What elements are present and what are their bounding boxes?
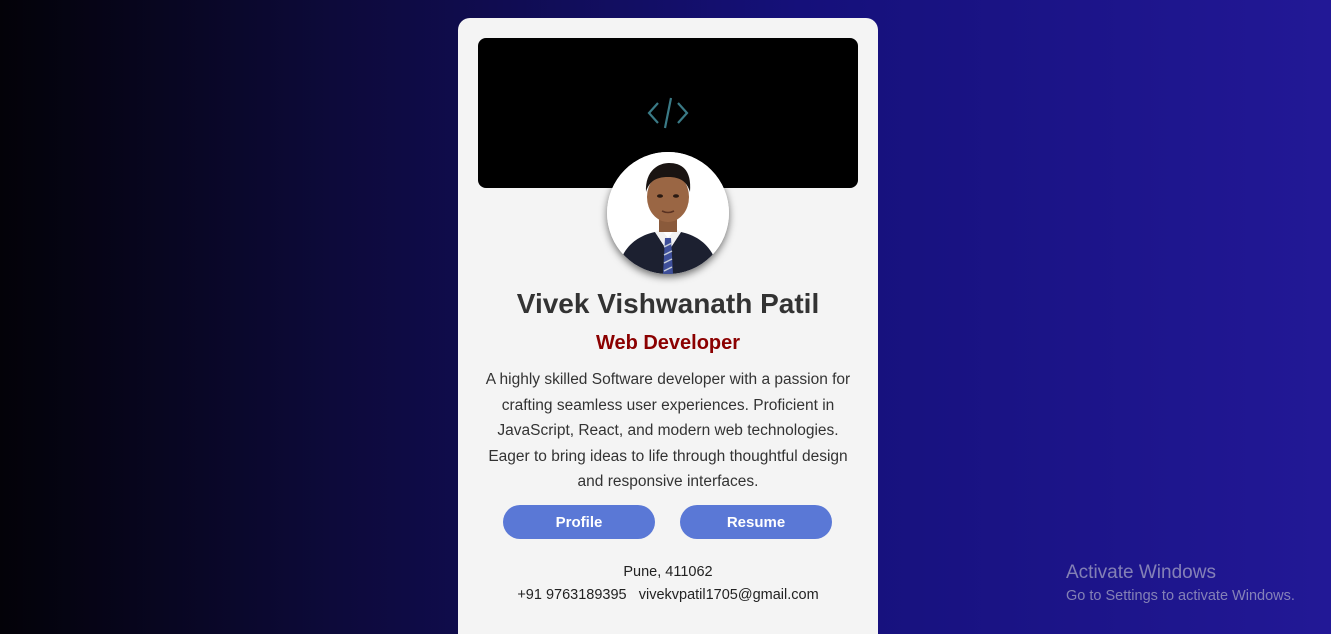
profile-name: Vivek Vishwanath Patil — [516, 288, 820, 319]
contact-line: +91 9763189395 vivekvpatil1705@gmail.com — [458, 587, 878, 603]
avatar — [607, 152, 729, 274]
location-text: Pune, 411062 — [623, 564, 713, 580]
profile-bio: A highly skilled Software developer with… — [485, 371, 851, 490]
phone-text: +91 9763189395 — [517, 587, 627, 603]
watermark-title: Activate Windows — [1066, 562, 1216, 583]
profile-card: Vivek Vishwanath Patil Web Developer A h… — [458, 18, 878, 634]
code-icon — [646, 93, 690, 133]
activate-windows-watermark: Activate Windows Go to Settings to activ… — [1066, 562, 1295, 604]
email-text: vivekvpatil1705@gmail.com — [638, 587, 819, 603]
profile-role: Web Developer — [595, 332, 741, 354]
profile-button[interactable]: Profile — [503, 505, 655, 539]
watermark-subtitle: Go to Settings to activate Windows. — [1066, 588, 1295, 604]
resume-button[interactable]: Resume — [680, 505, 832, 539]
